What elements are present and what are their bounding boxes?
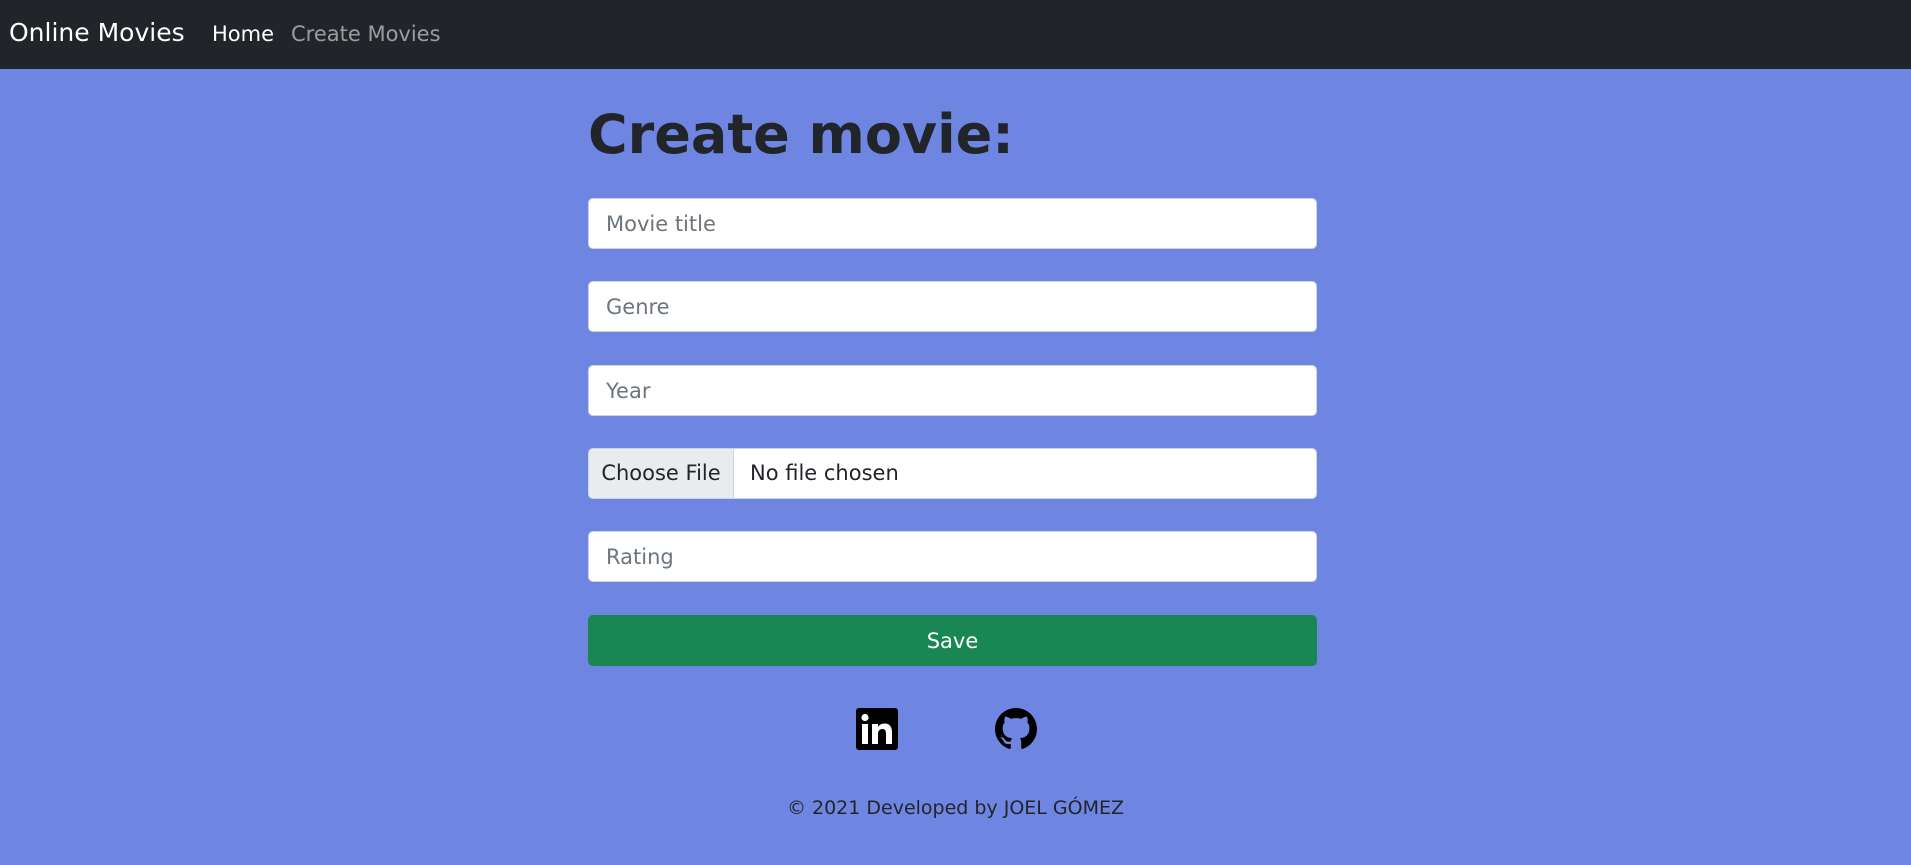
file-status-text: No file chosen xyxy=(750,461,899,485)
github-link[interactable] xyxy=(995,708,1037,750)
top-navbar: Online Movies Home Create Movies xyxy=(0,0,1911,69)
footer-copyright: © 2021 Developed by JOEL GÓMEZ xyxy=(786,797,1125,819)
page-title: Create movie: xyxy=(588,103,1014,166)
nav-link-home[interactable]: Home xyxy=(212,21,274,47)
poster-file-input[interactable]: Choose File No file chosen xyxy=(588,448,1317,499)
linkedin-link[interactable] xyxy=(856,708,898,750)
choose-file-button[interactable]: Choose File xyxy=(589,449,734,498)
nav-link-create-movies[interactable]: Create Movies xyxy=(291,21,441,47)
linkedin-icon xyxy=(856,708,898,750)
genre-input[interactable] xyxy=(588,281,1317,332)
year-input[interactable] xyxy=(588,365,1317,416)
brand-link[interactable]: Online Movies xyxy=(9,17,185,49)
movie-title-input[interactable] xyxy=(588,198,1317,249)
rating-input[interactable] xyxy=(588,531,1317,582)
save-button[interactable]: Save xyxy=(588,615,1317,666)
github-icon xyxy=(995,708,1037,749)
